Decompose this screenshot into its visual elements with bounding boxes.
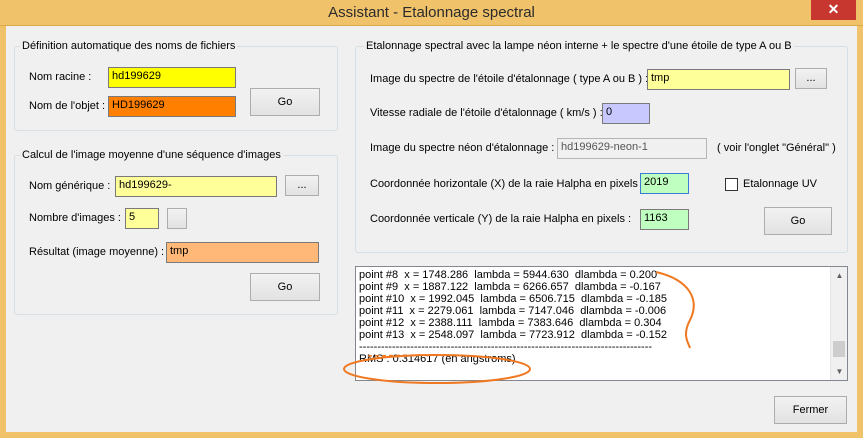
log-separator: ----------------------------------------… [359,341,653,353]
halpha-y-label: Coordonnée verticale (Y) de la raie Halp… [370,213,632,225]
star-image-label: Image du spectre de l'étoile d'étalonnag… [370,73,649,85]
halpha-x-input[interactable]: 2019 [640,173,689,194]
result-input[interactable]: tmp [166,242,319,263]
log-line: point #13 x = 2548.097 lambda = 7723.912… [359,329,667,341]
group-mean-image-title: Calcul de l'image moyenne d'une séquence… [20,149,283,161]
halpha-x-label: Coordonnée horizontale (X) de la raie Ha… [370,178,644,190]
uv-calibration-checkbox[interactable] [725,178,738,191]
log-lines: point #8 x = 1748.286 lambda = 5944.630 … [359,269,829,365]
image-count-label: Nombre d'images : [29,212,121,224]
neon-image-label: Image du spectre néon d'étalonnage : [370,142,555,154]
log-rms-line: RMS : 0.314617 (en angstroms) [359,353,516,365]
calibration-go-button[interactable]: Go [764,207,832,235]
scroll-down-icon[interactable]: ▼ [831,363,847,380]
objet-input[interactable]: HD199629 [108,96,236,117]
group-calibration-title: Etalonnage spectral avec la lampe néon i… [364,40,794,52]
racine-label: Nom racine : [29,71,92,83]
image-count-input[interactable]: 5 [125,208,159,229]
neon-note: ( voir l'onglet "Général" ) [717,142,836,154]
generic-name-label: Nom générique : [29,180,111,192]
halpha-y-input[interactable]: 1163 [640,209,689,230]
log-line: point #12 x = 2388.111 lambda = 7383.646… [359,317,662,329]
log-line: point #9 x = 1887.122 lambda = 6266.657 … [359,281,661,293]
log-line: point #10 x = 1992.045 lambda = 6506.715… [359,293,667,305]
generic-name-input[interactable]: hd199629- [115,176,277,197]
scroll-up-icon[interactable]: ▲ [831,267,847,284]
result-label: Résultat (image moyenne) : [29,246,165,258]
racine-input[interactable]: hd199629 [108,67,236,88]
names-go-button[interactable]: Go [250,88,320,116]
log-line: point #11 x = 2279.061 lambda = 7147.046… [359,305,667,317]
star-image-input[interactable]: tmp [647,69,790,90]
group-file-names-title: Définition automatique des noms de fichi… [20,40,238,52]
log-scrollbar[interactable]: ▲ ▼ [830,267,847,380]
close-window-button[interactable]: ✕ [811,0,856,20]
star-browse-button[interactable]: ... [795,68,827,89]
log-output[interactable]: point #8 x = 1748.286 lambda = 5944.630 … [355,266,848,381]
radial-velocity-label: Vitesse radiale de l'étoile d'étalonnage… [370,107,603,119]
mean-go-button[interactable]: Go [250,273,320,301]
objet-label: Nom de l'objet : [29,100,106,112]
image-count-button[interactable] [167,208,187,229]
scroll-thumb[interactable] [833,341,845,357]
fermer-button[interactable]: Fermer [774,396,847,424]
title-bar: Assistant - Etalonnage spectral ✕ [0,0,863,26]
neon-image-input[interactable]: hd199629-neon-1 [557,138,707,159]
window-title: Assistant - Etalonnage spectral [328,4,535,21]
radial-velocity-input[interactable]: 0 [602,103,650,124]
uv-calibration-label: Etalonnage UV [743,178,817,190]
generic-browse-button[interactable]: ... [285,175,319,196]
log-line: point #8 x = 1748.286 lambda = 5944.630 … [359,269,658,281]
